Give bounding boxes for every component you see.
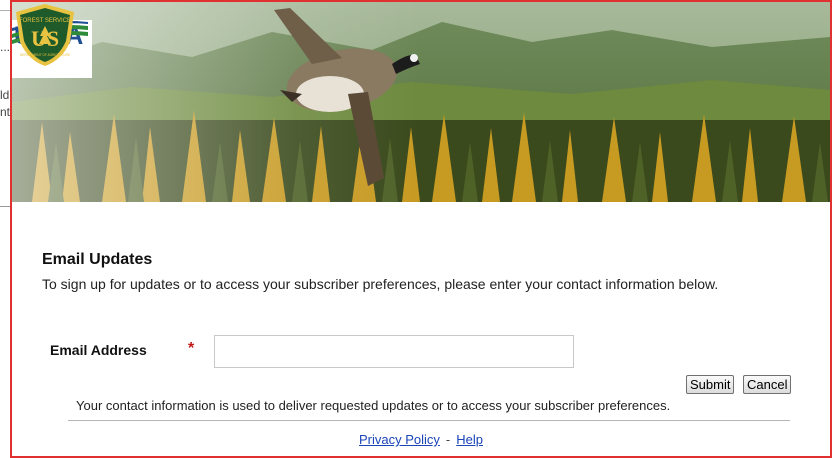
required-marker: *	[188, 340, 195, 357]
footer-divider	[68, 420, 790, 421]
page-title: Email Updates	[42, 251, 153, 268]
intro-text: To sign up for updates or to access your…	[42, 276, 719, 292]
cancel-button[interactable]: Cancel	[743, 375, 792, 394]
email-label: Email Address	[50, 342, 147, 358]
footer-separator: -	[445, 432, 451, 447]
forest-service-shield-icon[interactable]: FOREST SERVICE US DEPARTMENT OF AGRICULT…	[12, 2, 78, 68]
email-field-row: Email Address *	[50, 335, 610, 372]
disclaimer-text: Your contact information is used to deli…	[76, 398, 671, 413]
header-banner: USDA FOREST SERVICE US DEPARTMENT OF AGR…	[12, 2, 830, 202]
submit-button[interactable]: Submit	[686, 375, 735, 394]
background-text: ...	[0, 40, 11, 54]
background-divider	[0, 10, 10, 11]
email-updates-modal: USDA FOREST SERVICE US DEPARTMENT OF AGR…	[10, 0, 832, 458]
background-text: nt	[0, 105, 11, 119]
forest-landscape-image	[12, 2, 830, 202]
svg-text:FOREST SERVICE: FOREST SERVICE	[19, 18, 71, 24]
help-link[interactable]: Help	[456, 432, 483, 447]
email-field[interactable]	[214, 335, 574, 368]
footer: Privacy Policy - Help	[12, 432, 830, 447]
privacy-policy-link[interactable]: Privacy Policy	[359, 432, 440, 447]
svg-text:DEPARTMENT OF AGRICULTURE: DEPARTMENT OF AGRICULTURE	[20, 53, 70, 57]
content-area: Email Updates To sign up for updates or …	[42, 250, 812, 292]
background-text: ld	[0, 88, 10, 102]
